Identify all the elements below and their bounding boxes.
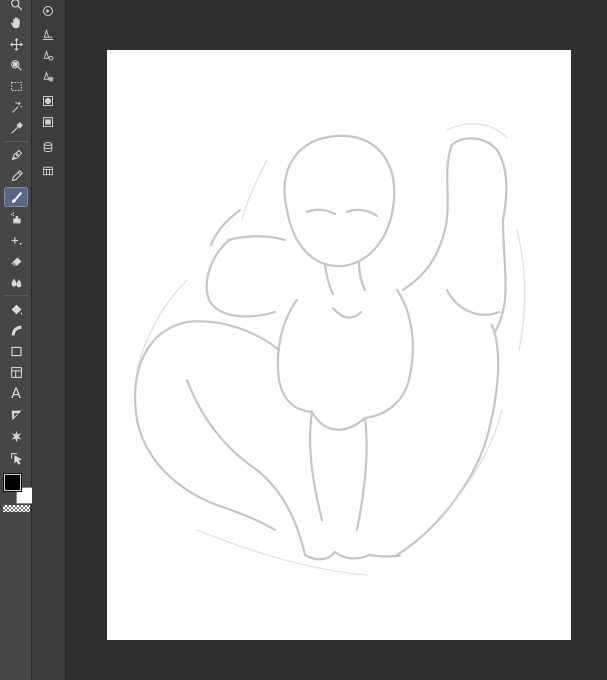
tool-palette: A [0, 0, 33, 680]
cursor-pointer-icon [10, 452, 22, 465]
transparent-color-swatch[interactable] [3, 505, 30, 512]
eyedropper-tool-button[interactable] [5, 119, 27, 137]
canvas-workspace[interactable] [67, 0, 607, 680]
magnifier-icon [10, 0, 22, 10]
cylinder-layer-icon [43, 142, 53, 152]
sub-tool-button-3[interactable] [38, 48, 58, 64]
auto-select-tool-button[interactable] [5, 98, 27, 116]
main-color-swatch[interactable] [4, 474, 21, 491]
pencil-icon [11, 169, 23, 181]
eraser-tool-button[interactable] [5, 252, 27, 270]
fill-tool-button[interactable] [5, 300, 27, 318]
operation-tool-button[interactable] [5, 449, 27, 467]
eraser-icon [11, 256, 21, 266]
hand-tool-button[interactable] [5, 13, 27, 31]
pen-layer-icon [42, 29, 54, 40]
grid-panel-icon [43, 166, 53, 176]
toolbar-divider [3, 141, 29, 142]
balloon-tool-button[interactable] [5, 406, 27, 424]
hand-icon [10, 16, 20, 28]
circle-layer-icon [43, 96, 53, 106]
sub-tool-button-6[interactable] [38, 114, 58, 130]
move-tool-button[interactable] [5, 35, 27, 53]
marquee-icon [10, 81, 22, 91]
square-layer-icon [43, 117, 53, 127]
balloon-icon [11, 410, 21, 420]
gradient-icon [11, 325, 21, 335]
sub-tool-button-1[interactable] [38, 3, 58, 19]
blend-tool-button[interactable] [5, 273, 27, 291]
sub-tool-button-5[interactable] [38, 93, 58, 109]
frame-border-icon [10, 366, 22, 378]
correct-line-tool-button[interactable] [5, 427, 27, 445]
object-select-icon [10, 59, 22, 71]
zoom-tool-button[interactable] [5, 0, 27, 13]
pen-settings-icon [43, 50, 54, 61]
object-tool-button[interactable] [5, 56, 27, 74]
pencil-sketch-drawing [134, 123, 526, 576]
airbrush-tool-button[interactable] [5, 209, 27, 227]
text-tool-button[interactable]: A [5, 385, 27, 403]
airbrush-icon [10, 211, 21, 223]
decoration-tool-button[interactable] [5, 231, 27, 249]
pen-nib-icon [11, 149, 22, 160]
brush-tool-button[interactable] [4, 187, 28, 207]
gradient-tool-button[interactable] [5, 321, 27, 339]
blend-drops-icon [11, 277, 21, 287]
sub-tool-button-4[interactable] [38, 69, 58, 85]
frame-tool-button[interactable] [5, 363, 27, 381]
sparkle-plus-icon [11, 236, 22, 245]
eyedropper-icon [10, 121, 23, 134]
pen-gear-icon [43, 71, 54, 82]
pen-tool-button[interactable] [5, 146, 27, 164]
pencil-tool-button[interactable] [5, 167, 27, 185]
magic-wand-icon [11, 101, 22, 113]
brush-icon [11, 191, 22, 203]
circle-arrow-icon [42, 5, 54, 17]
sub-tool-button-8[interactable] [38, 163, 58, 179]
move-arrows-icon [9, 37, 23, 51]
figure-tool-button[interactable] [5, 342, 27, 360]
sub-tool-button-2[interactable] [38, 27, 58, 43]
rectangle-icon [10, 346, 22, 356]
text-icon: A [11, 386, 21, 402]
paint-bucket-icon [11, 304, 22, 314]
sub-tool-palette [32, 0, 66, 680]
starburst-icon [11, 430, 21, 442]
drawing-canvas[interactable] [107, 50, 571, 640]
selection-tool-button[interactable] [5, 77, 27, 95]
sub-tool-button-7[interactable] [38, 139, 58, 155]
color-swatches [2, 472, 33, 504]
toolbar-divider [3, 295, 29, 296]
